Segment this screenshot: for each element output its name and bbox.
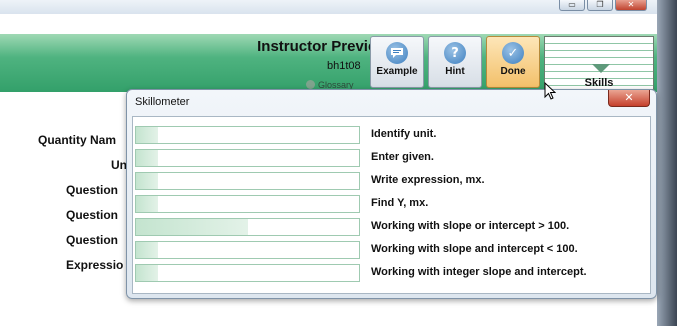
skillometer-close-button[interactable]: ✕ xyxy=(608,90,650,107)
hint-label: Hint xyxy=(445,66,465,77)
skill-row: Working with integer slope and intercept… xyxy=(135,264,650,284)
skill-bar xyxy=(135,241,360,259)
skill-row: Working with slope and intercept < 100. xyxy=(135,241,650,261)
skill-row: Write expression, mx. xyxy=(135,172,650,192)
skill-row: Working with slope or intercept > 100. xyxy=(135,218,650,238)
skill-name: Working with slope and intercept < 100. xyxy=(371,243,578,255)
page-title: Instructor Preview xyxy=(257,38,388,55)
skill-row: Enter given. xyxy=(135,149,650,169)
skill-bar-fill xyxy=(136,196,159,212)
skillometer-title: Skillometer xyxy=(135,96,190,108)
skill-row: Find Y, mx. xyxy=(135,195,650,215)
skill-bar xyxy=(135,149,360,167)
skill-name: Working with integer slope and intercept… xyxy=(371,266,587,278)
form-label-quantity-name: Quantity Nam xyxy=(38,133,117,147)
skill-bar-fill xyxy=(136,127,159,143)
skills-label: Skills xyxy=(584,77,614,89)
skill-name: Working with slope or intercept > 100. xyxy=(371,220,570,232)
skill-bar-fill xyxy=(136,219,248,235)
hint-button[interactable]: ? Hint xyxy=(428,36,482,88)
skill-bar-fill xyxy=(136,173,159,189)
speech-bubble-icon xyxy=(386,42,408,64)
skill-name: Write expression, mx. xyxy=(371,174,485,186)
form-label-question-2: Question xyxy=(66,208,119,222)
window-edge xyxy=(657,0,677,326)
window-close-button[interactable]: ✕ xyxy=(615,0,647,11)
skill-row: Identify unit. xyxy=(135,126,650,146)
skill-bar-fill xyxy=(136,150,159,166)
skill-bar-fill xyxy=(136,265,159,281)
skill-bar xyxy=(135,126,360,144)
minimize-button[interactable]: ▭ xyxy=(559,0,585,11)
skills-button[interactable]: Skills xyxy=(544,36,654,90)
done-label: Done xyxy=(500,66,526,77)
checkmark-icon: ✓ xyxy=(502,42,524,64)
skill-bar xyxy=(135,264,360,282)
form-label-unit: Un xyxy=(111,158,127,172)
problem-name: bh1t08 xyxy=(327,60,361,72)
glossary-icon xyxy=(306,80,315,89)
form-label-expression: Expressio xyxy=(66,258,124,272)
skill-bar-fill xyxy=(136,242,159,258)
skill-bar xyxy=(135,172,360,190)
window-titlebar: ▭ ❐ ✕ xyxy=(0,0,677,14)
form-label-question-1: Question xyxy=(66,183,119,197)
skill-name: Identify unit. xyxy=(371,128,437,140)
skill-name: Enter given. xyxy=(371,151,434,163)
example-button[interactable]: Example xyxy=(370,36,424,88)
example-label: Example xyxy=(376,66,418,77)
restore-button[interactable]: ❐ xyxy=(587,0,613,11)
skill-bar xyxy=(135,195,360,213)
down-arrow-icon xyxy=(592,64,610,73)
skillometer-window: Skillometer ✕ Identify unit. Enter given… xyxy=(126,89,657,299)
skill-list: Identify unit. Enter given. Write expres… xyxy=(132,116,651,294)
skill-name: Find Y, mx. xyxy=(371,197,429,209)
question-mark-icon: ? xyxy=(444,42,466,64)
window-controls: ▭ ❐ ✕ xyxy=(559,0,647,11)
done-button[interactable]: ✓ Done xyxy=(486,36,540,88)
skill-bar xyxy=(135,218,360,236)
form-label-question-3: Question xyxy=(66,233,119,247)
